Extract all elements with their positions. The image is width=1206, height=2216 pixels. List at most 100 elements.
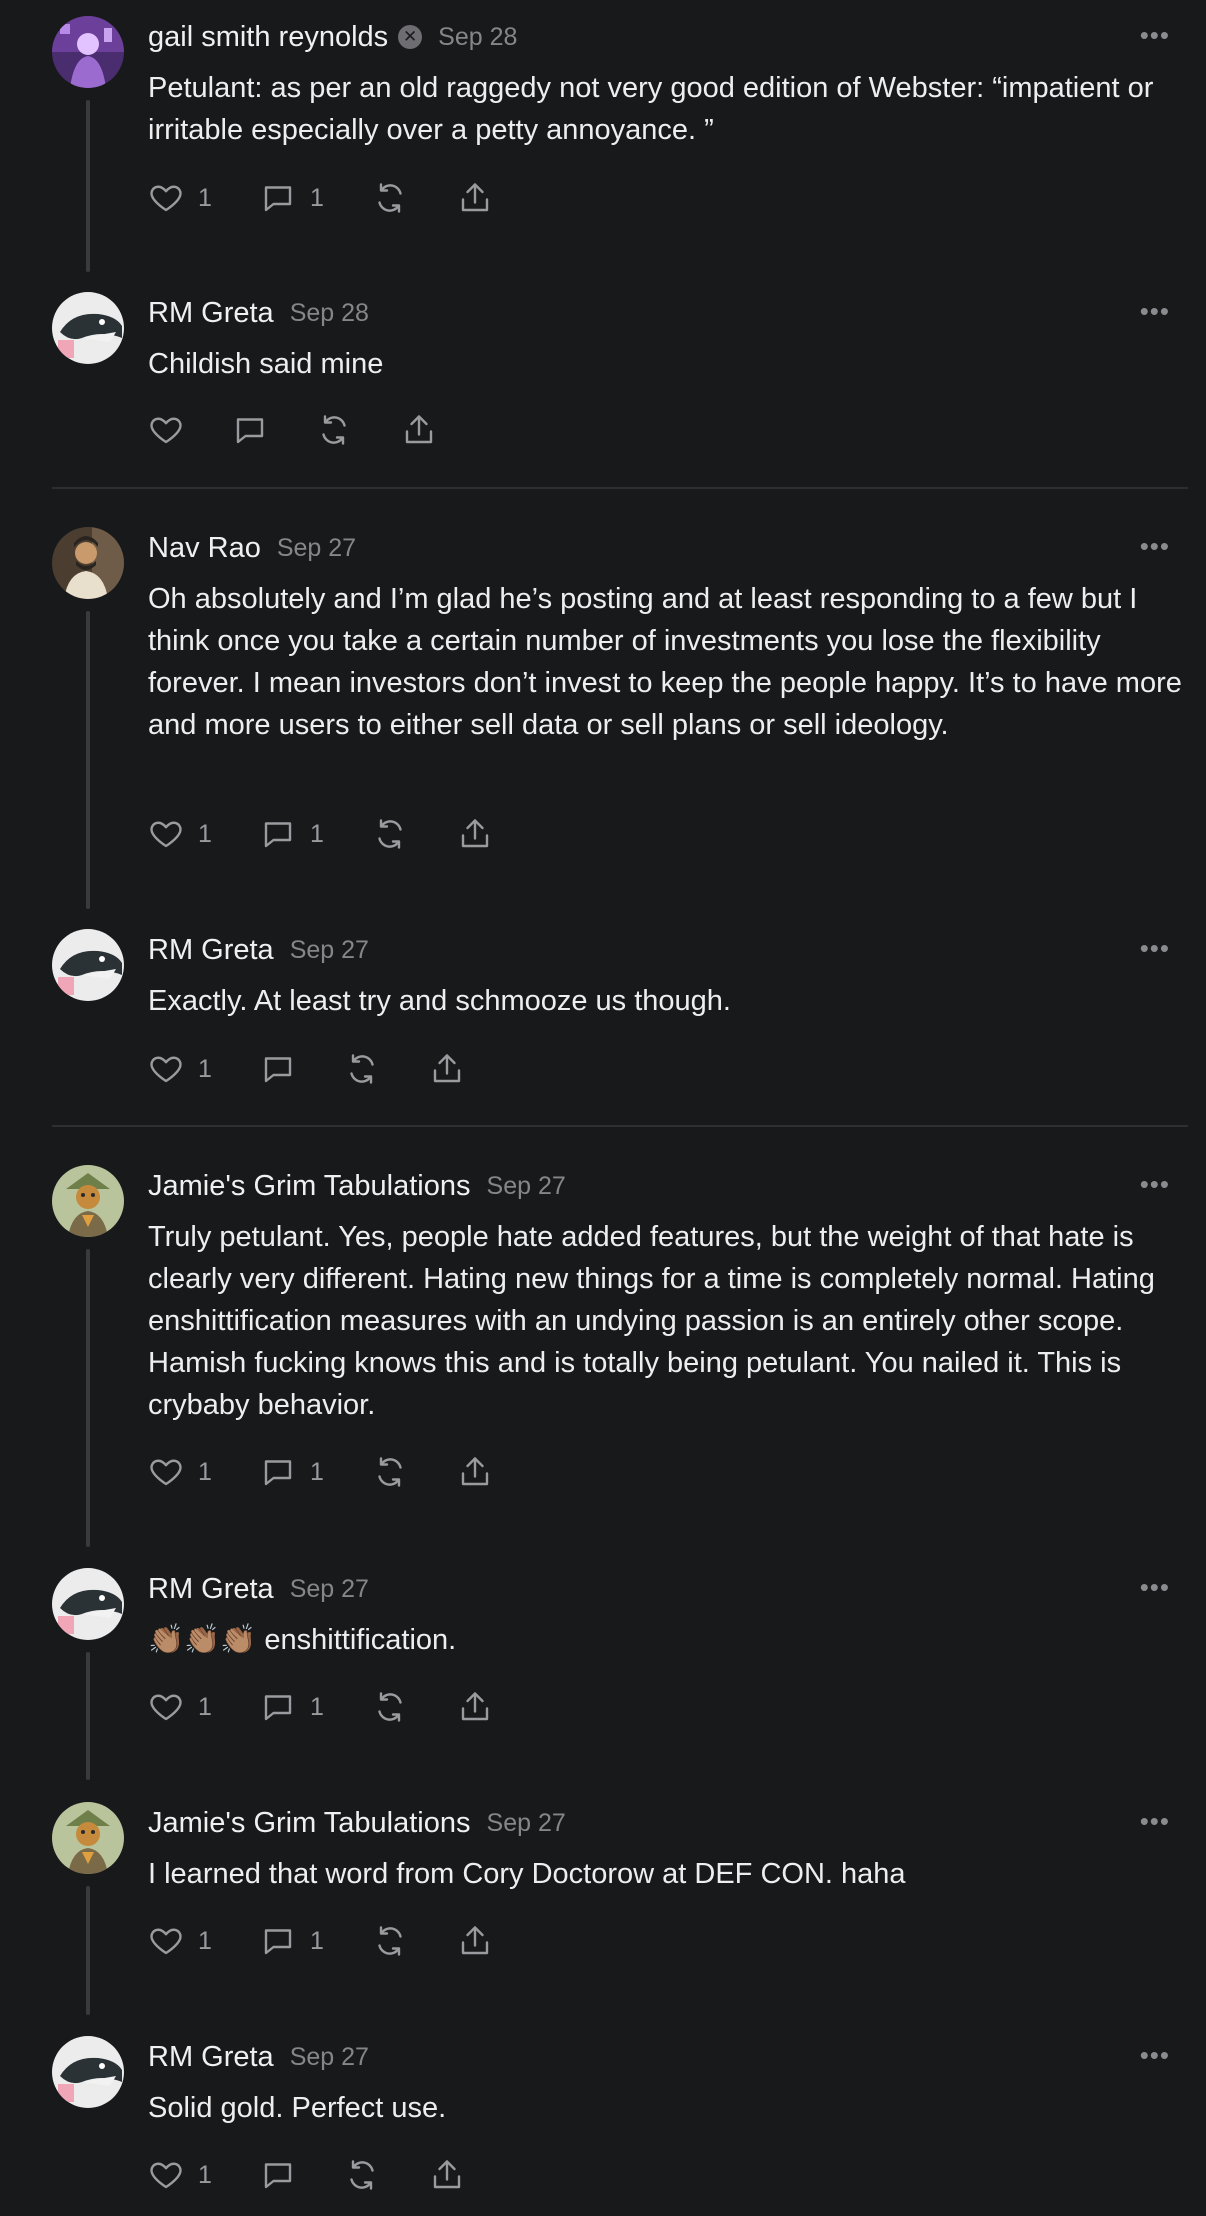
share-button[interactable] [401, 412, 437, 448]
restack-button[interactable] [372, 1689, 457, 1725]
heart-icon [150, 2162, 182, 2189]
reply-button[interactable]: 1 [260, 816, 372, 852]
restack-button[interactable] [372, 1923, 457, 1959]
author-name[interactable]: RM Greta [148, 1573, 274, 1606]
like-button[interactable]: 1 [148, 816, 260, 852]
share-button[interactable] [429, 2157, 465, 2193]
comment-date[interactable]: Sep 27 [290, 1575, 369, 1604]
comment-actions: 1 1 [148, 1687, 493, 1727]
author-name[interactable]: RM Greta [148, 934, 274, 967]
restack-icon [350, 1054, 374, 1084]
more-options-icon[interactable]: ••• [1140, 296, 1170, 326]
like-button[interactable]: 1 [148, 1454, 260, 1490]
comment-actions: 1 1 [148, 1921, 493, 1961]
comment-header: RM Greta Sep 28 [148, 293, 369, 333]
comment-header: RM Greta Sep 27 [148, 2037, 369, 2077]
reply-count: 1 [310, 1457, 324, 1486]
heart-icon [150, 1056, 182, 1083]
avatar[interactable] [52, 16, 124, 88]
avatar[interactable] [52, 527, 124, 599]
heart-icon [150, 417, 182, 444]
like-count: 1 [198, 183, 212, 212]
reply-count: 1 [310, 183, 324, 212]
avatar[interactable] [52, 1165, 124, 1237]
like-count: 1 [198, 1457, 212, 1486]
like-button[interactable]: 1 [148, 2157, 260, 2193]
like-button[interactable]: 1 [148, 1051, 260, 1087]
avatar[interactable] [52, 2036, 124, 2108]
reply-button[interactable] [232, 412, 316, 448]
restack-button[interactable] [344, 1051, 429, 1087]
comment-header: RM Greta Sep 27 [148, 1569, 369, 1609]
author-name[interactable]: Jamie's Grim Tabulations [148, 1170, 471, 1203]
share-button[interactable] [457, 1923, 493, 1959]
restack-button[interactable] [372, 1454, 457, 1490]
restack-button[interactable] [344, 2157, 429, 2193]
comment-bubble-icon [264, 1057, 292, 1083]
comment-bubble-icon [264, 822, 292, 848]
comment-date[interactable]: Sep 28 [438, 23, 517, 52]
comment-feed: gail smith reynolds ✕ Sep 28 ••• Petulan… [0, 0, 1206, 2216]
comment-date[interactable]: Sep 27 [290, 936, 369, 965]
avatar[interactable] [52, 929, 124, 1001]
comment-date[interactable]: Sep 27 [487, 1809, 566, 1838]
reply-button[interactable] [260, 2157, 344, 2193]
like-button[interactable]: 1 [148, 180, 260, 216]
more-options-icon[interactable]: ••• [1140, 531, 1170, 561]
thread-divider [52, 487, 1188, 489]
comment-actions: 1 1 [148, 178, 493, 218]
more-options-icon[interactable]: ••• [1140, 1572, 1170, 1602]
restack-button[interactable] [316, 412, 401, 448]
share-icon [461, 819, 489, 848]
restack-icon [378, 1457, 402, 1487]
comment-bubble-icon [264, 1460, 292, 1486]
author-name[interactable]: RM Greta [148, 2041, 274, 2074]
share-button[interactable] [457, 816, 493, 852]
more-options-icon[interactable]: ••• [1140, 1806, 1170, 1836]
like-button[interactable] [148, 412, 232, 448]
thread-line [86, 100, 90, 272]
reply-button[interactable]: 1 [260, 1923, 372, 1959]
thread-line [86, 611, 90, 909]
avatar[interactable] [52, 1568, 124, 1640]
comment-header: RM Greta Sep 27 [148, 930, 369, 970]
more-options-icon[interactable]: ••• [1140, 20, 1170, 50]
restack-icon [378, 183, 402, 213]
comment-date[interactable]: Sep 27 [290, 2043, 369, 2072]
comment-date[interactable]: Sep 28 [290, 299, 369, 328]
avatar[interactable] [52, 292, 124, 364]
share-button[interactable] [429, 1051, 465, 1087]
avatar[interactable] [52, 1802, 124, 1874]
share-button[interactable] [457, 180, 493, 216]
reply-button[interactable]: 1 [260, 1454, 372, 1490]
restack-button[interactable] [372, 180, 457, 216]
more-options-icon[interactable]: ••• [1140, 1169, 1170, 1199]
heart-icon [150, 185, 182, 212]
comment-date[interactable]: Sep 27 [487, 1172, 566, 1201]
like-button[interactable]: 1 [148, 1689, 260, 1725]
reply-button[interactable]: 1 [260, 1689, 372, 1725]
author-name[interactable]: RM Greta [148, 297, 274, 330]
comment-header: Jamie's Grim Tabulations Sep 27 [148, 1803, 566, 1843]
reply-button[interactable]: 1 [260, 180, 372, 216]
comment-date[interactable]: Sep 27 [277, 534, 356, 563]
reply-button[interactable] [260, 1051, 344, 1087]
share-icon [405, 415, 433, 444]
author-name[interactable]: gail smith reynolds [148, 21, 388, 54]
share-button[interactable] [457, 1454, 493, 1490]
author-name[interactable]: Nav Rao [148, 532, 261, 565]
more-options-icon[interactable]: ••• [1140, 2040, 1170, 2070]
reply-count: 1 [310, 1692, 324, 1721]
comment-bubble-icon [264, 1695, 292, 1721]
author-name[interactable]: Jamie's Grim Tabulations [148, 1807, 471, 1840]
share-icon [461, 183, 489, 212]
share-icon [461, 1926, 489, 1955]
restack-button[interactable] [372, 816, 457, 852]
comment-text: Oh absolutely and I’m glad he’s posting … [148, 583, 1182, 741]
more-options-icon[interactable]: ••• [1140, 933, 1170, 963]
comment-text: 👏🏽👏🏽👏🏽 enshittification. [148, 1624, 457, 1656]
badge-icon: ✕ [398, 25, 423, 49]
share-button[interactable] [457, 1689, 493, 1725]
like-button[interactable]: 1 [148, 1923, 260, 1959]
thread-line [86, 1886, 90, 2015]
